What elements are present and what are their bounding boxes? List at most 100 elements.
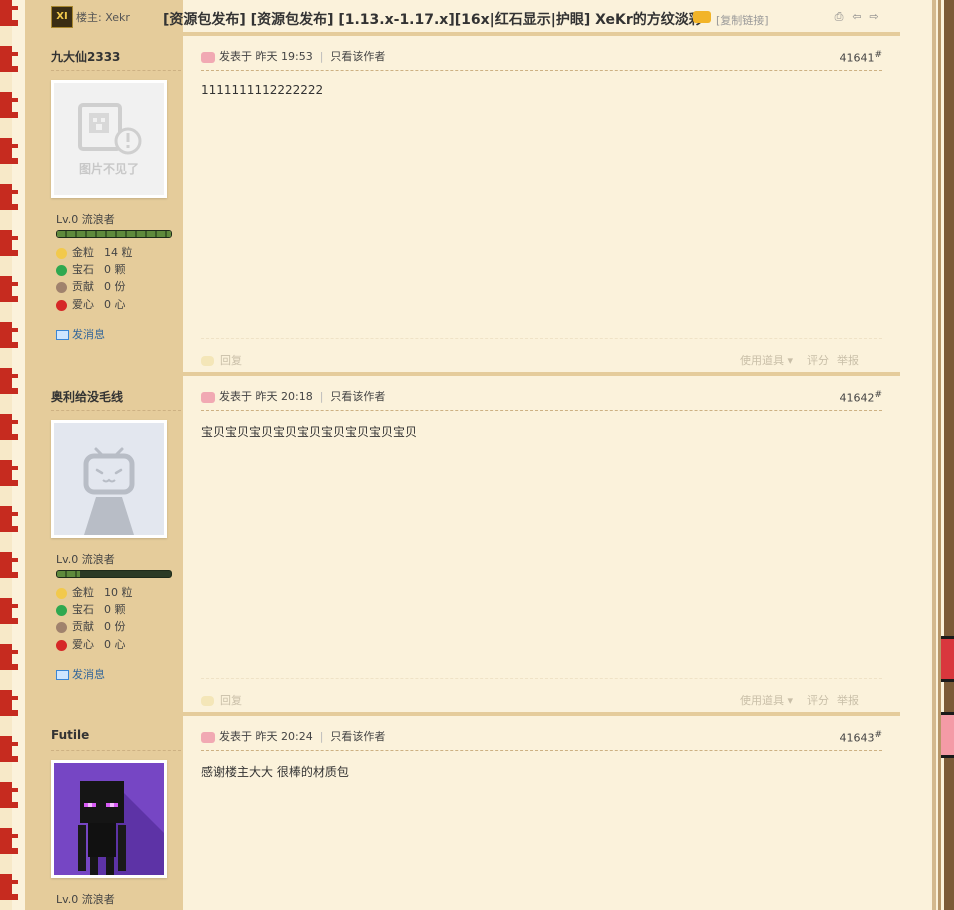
post: 奥利给没毛线 Lv.0 流浪者 金粒 10 粒 宝石 0 颗 贡献 0 份 爱心 0 心 xyxy=(38,376,900,716)
post-author-sidebar: Futile Lv.0 流浪者 xyxy=(38,716,183,910)
level-progress-bar xyxy=(56,570,172,578)
reply-label: 回复 xyxy=(220,694,242,707)
avatar[interactable] xyxy=(51,420,167,538)
stat-value: 0 心 xyxy=(104,638,126,651)
stat-gem: 宝石 0 颗 xyxy=(56,261,126,277)
post-author-sidebar: 奥利给没毛线 Lv.0 流浪者 金粒 10 粒 宝石 0 颗 贡献 0 份 爱心 0 心 xyxy=(38,376,183,716)
starter-avatar-icon[interactable]: XI xyxy=(51,6,73,28)
use-tools-button[interactable]: 使用道具 ▾ xyxy=(740,692,793,708)
post-body: 发表于 昨天 20:18 | 只看该作者 41642# 宝贝宝贝宝贝宝贝宝贝宝贝宝贝… xyxy=(183,376,900,716)
contribution-icon xyxy=(56,621,67,633)
divider xyxy=(201,750,882,751)
stat-label: 金粒 xyxy=(72,246,94,259)
stat-love: 爱心 0 心 xyxy=(56,636,126,652)
send-message-label: 发消息 xyxy=(72,668,105,681)
post-meta: 发表于 昨天 19:53 | 只看该作者 xyxy=(201,48,385,64)
divider xyxy=(51,70,181,71)
post-content: 宝贝宝贝宝贝宝贝宝贝宝贝宝贝宝贝宝贝 xyxy=(201,425,418,439)
next-thread-icon[interactable]: ⇨ xyxy=(867,11,881,23)
reply-bubble-icon xyxy=(201,356,214,366)
user-level[interactable]: Lv.0 流浪者 xyxy=(56,551,115,567)
post-content: 感谢楼主大大 很棒的材质包 xyxy=(201,765,349,779)
author-name[interactable]: 奥利给没毛线 xyxy=(51,388,123,405)
left-border-strip xyxy=(25,0,38,910)
emerald-icon xyxy=(56,604,67,616)
stat-gem: 宝石 0 颗 xyxy=(56,601,126,617)
left-border-rail xyxy=(0,0,12,910)
report-button[interactable]: 举报 xyxy=(837,692,859,708)
pig-icon xyxy=(201,391,215,403)
enderman-avatar-icon xyxy=(54,763,164,875)
user-level[interactable]: Lv.0 流浪者 xyxy=(56,211,115,227)
divider xyxy=(201,410,882,411)
post-meta: 发表于 昨天 20:18 | 只看该作者 xyxy=(201,388,385,404)
report-button[interactable]: 举报 xyxy=(837,352,859,368)
prev-thread-icon[interactable]: ⇦ xyxy=(850,11,864,23)
send-message-link[interactable]: 发消息 xyxy=(56,326,105,342)
floor-number[interactable]: 41641# xyxy=(839,50,882,65)
stat-value: 0 份 xyxy=(104,620,126,633)
rate-button[interactable]: 评分 xyxy=(807,692,829,708)
avatar[interactable]: 图片不见了 xyxy=(51,80,167,198)
floor-number[interactable]: 41643# xyxy=(839,730,882,745)
emerald-icon xyxy=(56,264,67,276)
stat-value: 14 粒 xyxy=(104,246,133,259)
meta-separator: | xyxy=(319,50,324,63)
thread-header-side: XI 楼主: Xekr xyxy=(38,0,183,34)
floor-hash: # xyxy=(874,730,882,740)
stat-label: 宝石 xyxy=(72,603,94,616)
post-time: 发表于 昨天 20:24 xyxy=(219,730,313,743)
divider xyxy=(201,338,882,339)
envelope-icon xyxy=(56,670,69,680)
scroll-marker-secondary[interactable] xyxy=(941,712,954,758)
level-progress-fill xyxy=(57,231,171,237)
divider xyxy=(51,750,181,751)
stat-value: 10 粒 xyxy=(104,586,133,599)
floor-number-value: 41641 xyxy=(839,51,875,65)
pig-icon xyxy=(201,731,215,743)
scroll-marker[interactable] xyxy=(941,636,954,682)
right-border-line xyxy=(932,0,936,910)
reply-bubble-icon xyxy=(201,696,214,706)
chevron-down-icon: ▾ xyxy=(787,354,794,367)
stat-contribution: 贡献 0 份 xyxy=(56,278,126,294)
stat-label: 爱心 xyxy=(72,638,94,651)
send-message-link[interactable]: 发消息 xyxy=(56,666,105,682)
stat-label: 贡献 xyxy=(72,280,94,293)
reply-button[interactable]: 回复 xyxy=(201,352,242,368)
stat-value: 0 心 xyxy=(104,298,126,311)
copy-link-button[interactable]: [复制链接] xyxy=(716,12,769,28)
only-author-link[interactable]: 只看该作者 xyxy=(330,730,385,743)
only-author-link[interactable]: 只看该作者 xyxy=(330,390,385,403)
post: 九大仙2333 图片不见了 Lv.0 流浪者 金粒 14 粒 宝石 0 颗 贡献… xyxy=(38,36,900,376)
meta-separator: | xyxy=(319,730,324,743)
stat-value: 0 份 xyxy=(104,280,126,293)
avatar[interactable] xyxy=(51,760,167,878)
author-name[interactable]: 九大仙2333 xyxy=(51,48,120,65)
use-tools-button[interactable]: 使用道具 ▾ xyxy=(740,352,793,368)
use-tools-label: 使用道具 xyxy=(740,694,784,707)
stat-gold: 金粒 10 粒 xyxy=(56,584,133,600)
floor-number[interactable]: 41642# xyxy=(839,390,882,405)
thread-starter-label[interactable]: 楼主: Xekr xyxy=(76,9,130,25)
rate-button[interactable]: 评分 xyxy=(807,352,829,368)
meta-separator: | xyxy=(319,390,324,403)
reply-button[interactable]: 回复 xyxy=(201,692,242,708)
only-author-link[interactable]: 只看该作者 xyxy=(330,50,385,63)
send-message-label: 发消息 xyxy=(72,328,105,341)
right-border-edge xyxy=(944,0,954,910)
stat-label: 宝石 xyxy=(72,263,94,276)
author-name[interactable]: Futile xyxy=(51,728,89,742)
right-decorative-border xyxy=(900,0,954,910)
gold-nugget-icon xyxy=(56,247,67,259)
divider xyxy=(201,70,882,71)
envelope-icon xyxy=(56,330,69,340)
stat-value: 0 颗 xyxy=(104,263,126,276)
print-icon[interactable]: ⎙ xyxy=(832,11,846,23)
floor-number-value: 41643 xyxy=(839,731,875,745)
divider xyxy=(201,678,882,679)
apple-icon xyxy=(56,639,67,651)
user-level[interactable]: Lv.0 流浪者 xyxy=(56,891,115,907)
level-progress-bar xyxy=(56,230,172,238)
post-content: 1111111112222222 xyxy=(201,83,324,97)
